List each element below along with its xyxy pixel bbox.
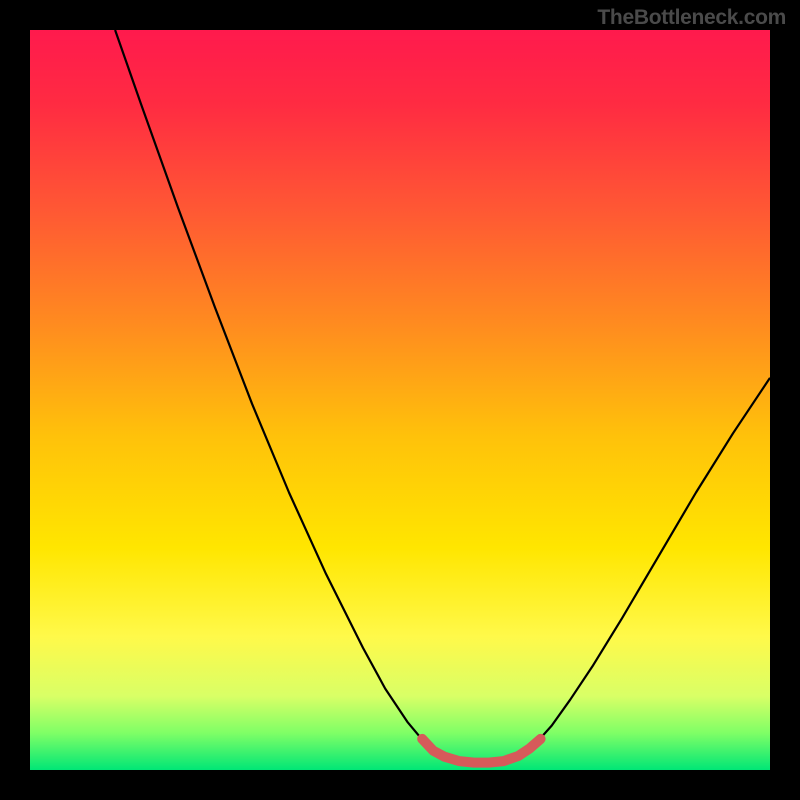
chart-container: TheBottleneck.com <box>0 0 800 800</box>
plot-background <box>30 30 770 770</box>
watermark-text: TheBottleneck.com <box>597 6 786 30</box>
bottleneck-chart <box>0 0 800 800</box>
